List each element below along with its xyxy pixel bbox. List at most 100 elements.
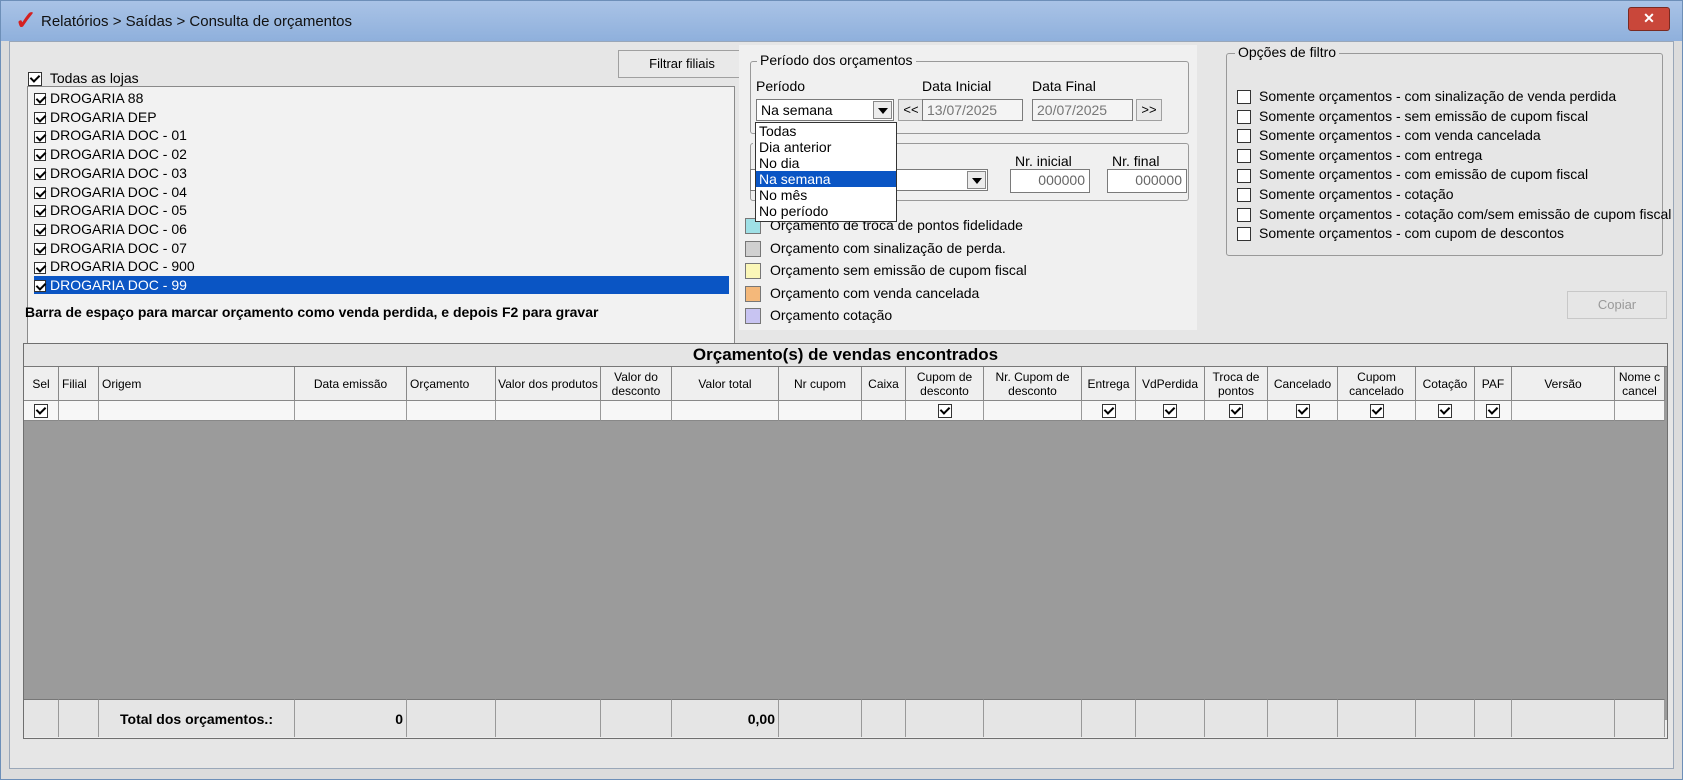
column-header[interactable]: Entrega	[1082, 367, 1136, 401]
copy-button[interactable]: Copiar	[1567, 291, 1667, 319]
filter-branches-button[interactable]: Filtrar filiais	[618, 50, 746, 78]
store-checkbox[interactable]	[34, 168, 46, 181]
column-filter-checkbox[interactable]	[1229, 403, 1243, 418]
column-header[interactable]: Cupom cancelado	[1338, 367, 1416, 401]
start-date-field[interactable]: 13/07/2025	[922, 99, 1023, 121]
store-checkbox[interactable]	[34, 224, 46, 237]
store-checkbox[interactable]	[34, 130, 46, 143]
period-option[interactable]: Dia anterior	[756, 139, 896, 155]
filter-cell[interactable]	[1205, 401, 1268, 421]
filter-option[interactable]: Somente orçamentos - com entrega	[1237, 145, 1482, 165]
column-header[interactable]: Data emissão	[295, 367, 407, 401]
column-filter-checkbox[interactable]	[937, 403, 952, 418]
filter-cell[interactable]	[1615, 401, 1665, 421]
store-item[interactable]: DROGARIA DOC - 02	[34, 145, 729, 163]
filter-cell[interactable]	[984, 401, 1082, 421]
filter-cell[interactable]	[496, 401, 601, 421]
column-filter-checkbox[interactable]	[1369, 403, 1384, 418]
store-item[interactable]: DROGARIA DOC - 03	[34, 164, 729, 182]
column-header[interactable]: Valor total	[672, 367, 779, 401]
filter-option-checkbox[interactable]	[1237, 149, 1251, 164]
column-filter-checkbox[interactable]	[1486, 403, 1500, 418]
filter-option-checkbox[interactable]	[1237, 227, 1251, 242]
period-dropdown-list[interactable]: Todas Dia anterior No dia Na semana No mês No…	[755, 122, 897, 222]
filter-cell[interactable]	[1338, 401, 1416, 421]
period-option[interactable]: Todas	[756, 123, 896, 139]
column-filter-checkbox[interactable]	[1163, 403, 1177, 418]
store-checkbox[interactable]	[34, 149, 46, 162]
filter-option[interactable]: Somente orçamentos - com emissão de cupo…	[1237, 164, 1588, 184]
store-checkbox[interactable]	[34, 111, 46, 124]
column-header[interactable]: Origem	[99, 367, 295, 401]
column-filter-checkbox[interactable]	[1101, 403, 1116, 418]
store-checkbox[interactable]	[34, 205, 46, 218]
filter-option[interactable]: Somente orçamentos - com sinalização de …	[1237, 86, 1616, 106]
column-header[interactable]: Sel	[24, 367, 59, 401]
column-filter-checkbox[interactable]	[1295, 403, 1310, 418]
filter-option-checkbox[interactable]	[1237, 90, 1251, 105]
store-checkbox[interactable]	[34, 186, 46, 199]
filter-option-checkbox[interactable]	[1237, 109, 1251, 124]
store-checkbox[interactable]	[34, 93, 46, 106]
column-header[interactable]: Cancelado	[1268, 367, 1338, 401]
filter-option[interactable]: Somente orçamentos - com venda cancelada	[1237, 125, 1541, 145]
filter-cell[interactable]	[862, 401, 906, 421]
store-checkbox[interactable]	[34, 261, 46, 274]
filter-cell[interactable]	[672, 401, 779, 421]
column-header[interactable]: Troca de pontos	[1205, 367, 1268, 401]
store-item[interactable]: DROGARIA 88	[34, 89, 729, 107]
filter-option-checkbox[interactable]	[1237, 188, 1251, 203]
store-item[interactable]: DROGARIA DOC - 05	[34, 201, 729, 219]
column-header[interactable]: VdPerdida	[1136, 367, 1205, 401]
filter-option[interactable]: Somente orçamentos - cotação	[1237, 184, 1454, 204]
column-filter-checkbox[interactable]	[1438, 403, 1452, 418]
column-header[interactable]: Valor do desconto	[601, 367, 672, 401]
column-header[interactable]: Cotação	[1416, 367, 1475, 401]
column-header[interactable]: Cupom de desconto	[906, 367, 984, 401]
filter-option-checkbox[interactable]	[1237, 168, 1251, 183]
nr-initial-field[interactable]: 000000	[1010, 169, 1090, 193]
column-header[interactable]: Filial	[59, 367, 99, 401]
filter-cell[interactable]	[906, 401, 984, 421]
filter-option[interactable]: Somente orçamentos - cotação com/sem emi…	[1237, 204, 1671, 224]
period-select[interactable]: Na semana	[756, 99, 894, 121]
filter-option[interactable]: Somente orçamentos - sem emissão de cupo…	[1237, 106, 1588, 126]
period-option[interactable]: No período	[756, 203, 896, 219]
end-date-field[interactable]: 20/07/2025	[1032, 99, 1133, 121]
chevron-down-icon[interactable]	[873, 101, 892, 119]
close-button[interactable]: ✕	[1628, 7, 1670, 31]
column-header[interactable]: Caixa	[862, 367, 906, 401]
store-item[interactable]: DROGARIA DOC - 99	[34, 276, 729, 294]
column-header[interactable]: PAF	[1475, 367, 1512, 401]
store-item[interactable]: DROGARIA DOC - 04	[34, 183, 729, 201]
filter-cell[interactable]	[1268, 401, 1338, 421]
filter-option-checkbox[interactable]	[1237, 129, 1251, 144]
column-header[interactable]: Valor dos produtos	[496, 367, 601, 401]
filter-cell[interactable]	[59, 401, 99, 421]
prev-period-button[interactable]: <<	[898, 99, 924, 121]
filter-cell[interactable]	[1512, 401, 1615, 421]
store-item[interactable]: DROGARIA DOC - 01	[34, 126, 729, 144]
store-item[interactable]: DROGARIA DOC - 06	[34, 220, 729, 238]
filter-cell[interactable]	[407, 401, 496, 421]
results-grid[interactable]: Orçamento(s) de vendas encontrados ◀ ▶ S…	[23, 343, 1668, 739]
store-item[interactable]: DROGARIA DOC - 900	[34, 257, 729, 275]
column-filter-checkbox[interactable]	[34, 403, 48, 418]
store-checkbox[interactable]	[34, 242, 46, 255]
all-stores-checkbox[interactable]: Todas as lojas	[28, 70, 139, 87]
column-header[interactable]: Nr cupom	[779, 367, 862, 401]
period-option[interactable]: Na semana	[756, 171, 896, 187]
all-stores-check-icon[interactable]	[28, 72, 42, 87]
filter-cell[interactable]	[1475, 401, 1512, 421]
store-checkbox[interactable]	[34, 280, 46, 293]
period-option[interactable]: No mês	[756, 187, 896, 203]
filter-cell[interactable]	[1082, 401, 1136, 421]
filter-option[interactable]: Somente orçamentos - com cupom de descon…	[1237, 223, 1564, 243]
filter-cell[interactable]	[24, 401, 59, 421]
store-item[interactable]: DROGARIA DEP	[34, 108, 729, 126]
filter-cell[interactable]	[1416, 401, 1475, 421]
filter-cell[interactable]	[779, 401, 862, 421]
period-option[interactable]: No dia	[756, 155, 896, 171]
store-item[interactable]: DROGARIA DOC - 07	[34, 239, 729, 257]
filter-cell[interactable]	[99, 401, 295, 421]
